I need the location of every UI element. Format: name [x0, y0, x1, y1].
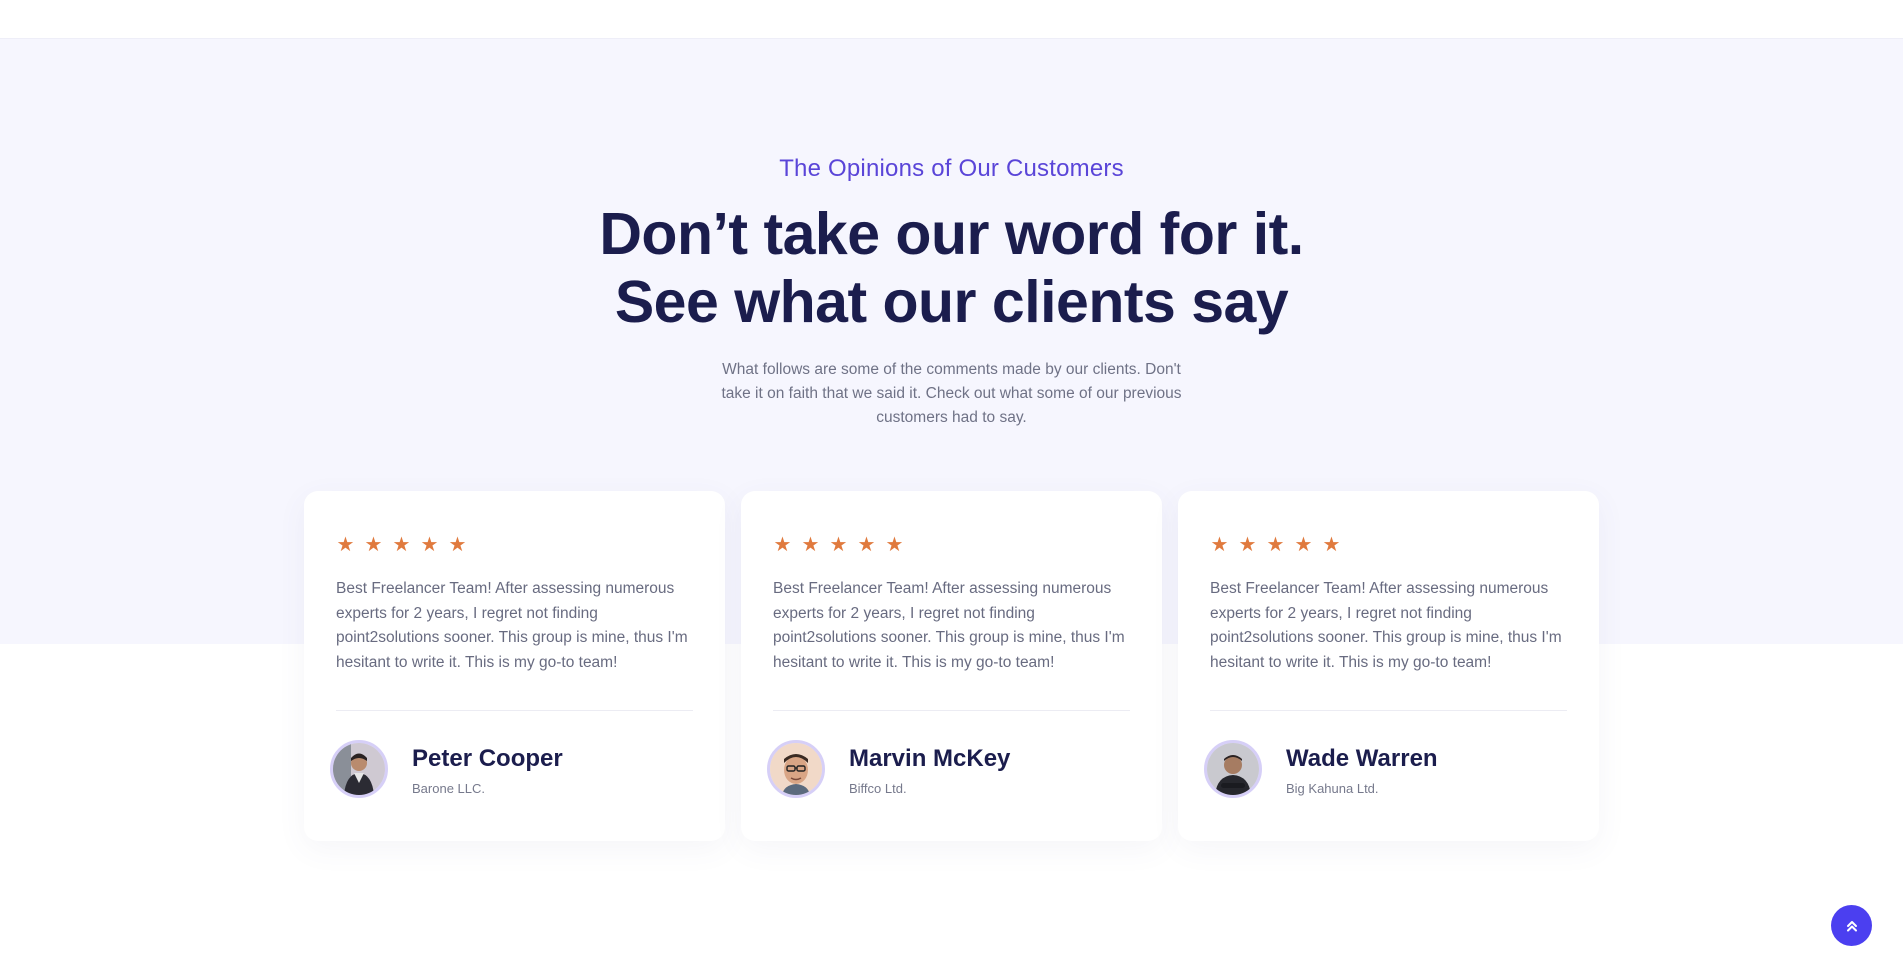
client-company: Big Kahuna Ltd. [1286, 781, 1379, 796]
section-title-line-1: Don’t take our word for it. [599, 201, 1304, 267]
star-icon: ★ [773, 534, 792, 556]
scroll-to-top-button[interactable] [1831, 905, 1872, 946]
star-icon: ★ [857, 534, 876, 556]
section-title-line-2: See what our clients say [614, 269, 1289, 335]
client-name: Peter Cooper [412, 745, 563, 772]
client-name: Wade Warren [1286, 745, 1438, 772]
client-company: Barone LLC. [412, 781, 485, 796]
testimonial-quote: Best Freelancer Team! After assessing nu… [336, 580, 688, 671]
section-title: Don’t take our word for it. See what our… [0, 200, 1903, 336]
avatar-image [1207, 743, 1259, 795]
testimonial-card: ★ ★ ★ ★ ★ Best Freelancer Team! After as… [1178, 491, 1599, 841]
client-company: Biffco Ltd. [849, 781, 907, 796]
star-icon: ★ [1266, 534, 1285, 556]
avatar [1204, 740, 1262, 798]
testimonial-quote: Best Freelancer Team! After assessing nu… [1210, 580, 1562, 671]
avatar [767, 740, 825, 798]
section-intro: What follows are some of the comments ma… [721, 361, 1182, 426]
star-icon: ★ [448, 534, 467, 556]
testimonial-card: ★ ★ ★ ★ ★ Best Freelancer Team! After as… [741, 491, 1162, 841]
divider [1210, 710, 1567, 711]
testimonial-quote: Best Freelancer Team! After assessing nu… [773, 580, 1125, 671]
star-rating: ★ ★ ★ ★ ★ [773, 533, 904, 557]
section-eyebrow: The Opinions of Our Customers [779, 155, 1124, 182]
avatar [330, 740, 388, 798]
divider [336, 710, 693, 711]
star-icon: ★ [1294, 534, 1313, 556]
avatar-image [770, 743, 822, 795]
star-icon: ★ [885, 534, 904, 556]
client-name: Marvin McKey [849, 745, 1011, 772]
double-chevron-up-icon [1846, 920, 1857, 931]
star-icon: ★ [1238, 534, 1257, 556]
star-icon: ★ [420, 534, 439, 556]
avatar-image [333, 743, 385, 795]
star-icon: ★ [336, 534, 355, 556]
star-icon: ★ [392, 534, 411, 556]
star-rating: ★ ★ ★ ★ ★ [1210, 533, 1341, 557]
testimonials-page: The Opinions of Our Customers Don’t take… [0, 0, 1903, 961]
divider [773, 710, 1130, 711]
star-icon: ★ [829, 534, 848, 556]
testimonial-card: ★ ★ ★ ★ ★ Best Freelancer Team! After as… [304, 491, 725, 841]
star-icon: ★ [1322, 534, 1341, 556]
star-icon: ★ [364, 534, 383, 556]
testimonial-cards: ★ ★ ★ ★ ★ Best Freelancer Team! After as… [304, 491, 1599, 841]
star-rating: ★ ★ ★ ★ ★ [336, 533, 467, 557]
star-icon: ★ [801, 534, 820, 556]
star-icon: ★ [1210, 534, 1229, 556]
